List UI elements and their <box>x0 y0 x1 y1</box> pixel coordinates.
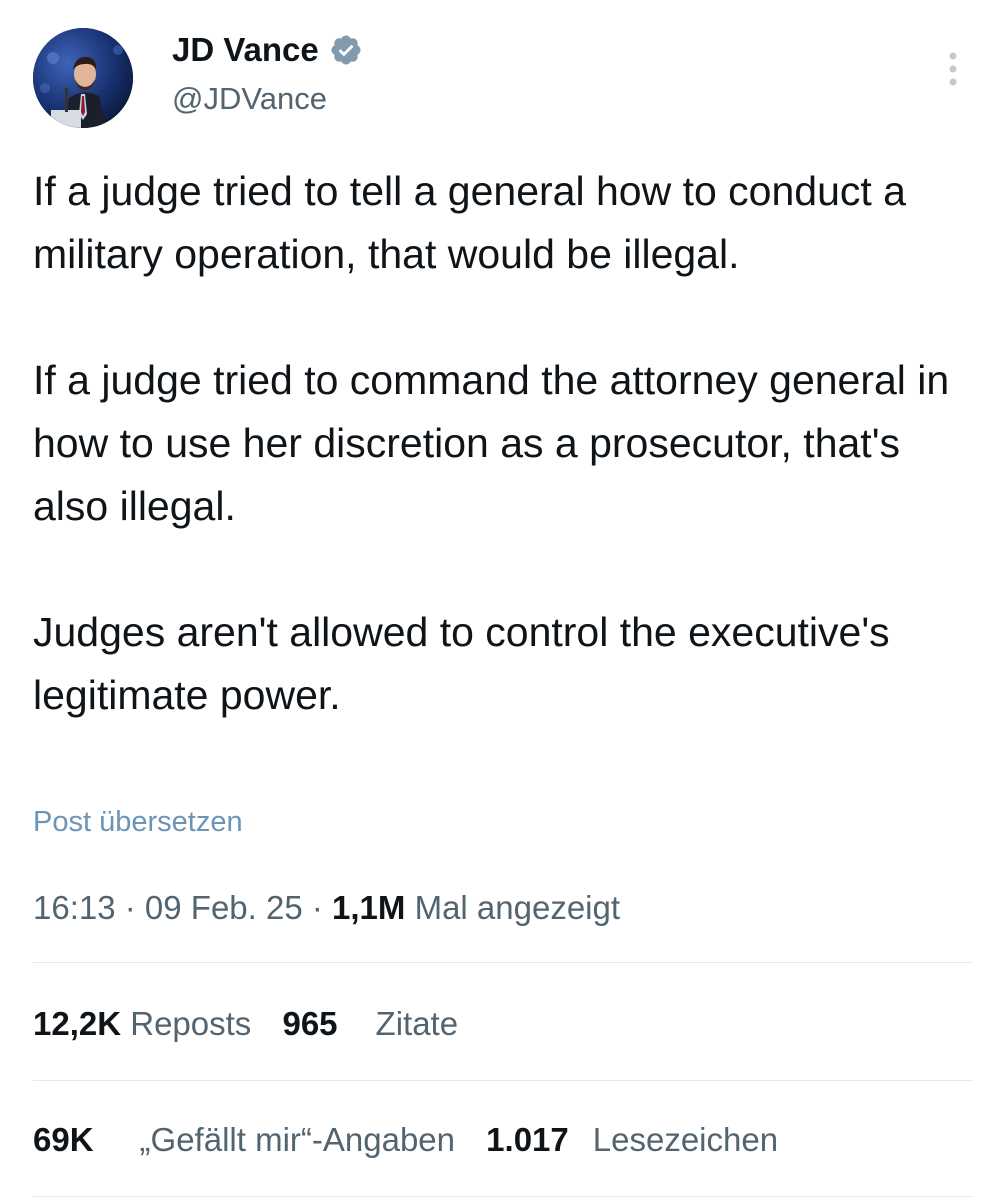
avatar[interactable] <box>33 28 133 128</box>
reposts-count: 12,2K <box>33 1005 122 1042</box>
post-text: If a judge tried to tell a general how t… <box>33 160 983 727</box>
divider <box>33 962 973 963</box>
divider <box>33 1196 973 1197</box>
author-handle[interactable]: @JDVance <box>172 80 327 118</box>
meta-separator: · <box>302 889 333 926</box>
post-date[interactable]: 09 Feb. 25 <box>145 889 303 926</box>
verified-badge-icon <box>329 33 363 67</box>
views-count: 1,1M <box>332 889 406 926</box>
post-paragraph: Judges aren't allowed to control the exe… <box>33 609 890 718</box>
likes-label: „Gefällt mir“-Angaben <box>139 1121 455 1158</box>
likes-stat[interactable]: 69K „Gefällt mir“-Angaben <box>33 1118 455 1162</box>
post-paragraph: If a judge tried to command the attorney… <box>33 357 950 529</box>
post-meta: 16:13 · 09 Feb. 25 · 1,1M Mal angezeigt <box>33 886 620 930</box>
translate-post-link[interactable]: Post übersetzen <box>33 804 243 840</box>
bookmarks-count: 1.017 <box>486 1121 569 1158</box>
post-paragraph: If a judge tried to tell a general how t… <box>33 168 906 277</box>
quotes-count: 965 <box>282 1005 338 1042</box>
bookmarks-label: Lesezeichen <box>592 1121 779 1158</box>
post-detail: JD Vance @JDVance If a judge tried to te… <box>0 0 1004 1200</box>
bookmarks-stat[interactable]: 1.017 Lesezeichen <box>486 1118 778 1162</box>
reposts-label: Reposts <box>130 1005 252 1042</box>
stats-row-likes: 69K „Gefällt mir“-Angaben 1.017 Lesezeiche… <box>33 1118 778 1162</box>
reposts-stat[interactable]: 12,2K Reposts <box>33 1002 251 1046</box>
author-name-row[interactable]: JD Vance <box>172 30 363 70</box>
post-time[interactable]: 16:13 <box>33 889 116 926</box>
more-options-button[interactable] <box>936 44 970 94</box>
divider <box>33 1080 973 1081</box>
quotes-stat[interactable]: 965 Zitate <box>282 1002 458 1046</box>
views-label: Mal angezeigt <box>405 889 621 926</box>
profile-photo-icon <box>33 28 133 128</box>
likes-count: 69K <box>33 1121 94 1158</box>
author-display-name[interactable]: JD Vance <box>172 30 319 70</box>
stats-row-reposts: 12,2K Reposts 965 Zitate <box>33 1002 458 1046</box>
more-vertical-icon <box>949 52 957 86</box>
quotes-label: Zitate <box>375 1005 459 1042</box>
meta-separator: · <box>115 889 145 926</box>
